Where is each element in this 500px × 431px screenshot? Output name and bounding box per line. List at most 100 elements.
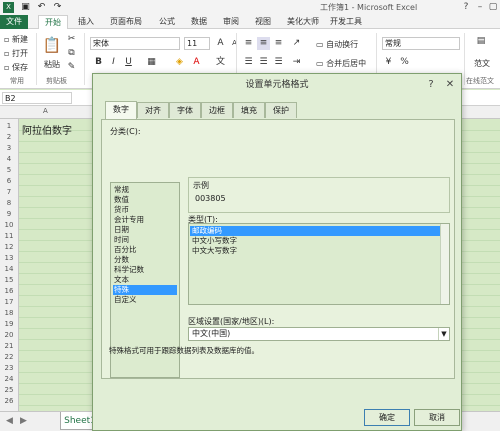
chevron-down-icon[interactable]: ▼ (438, 328, 449, 340)
category-item[interactable]: 数值 (113, 195, 177, 205)
row-header[interactable]: 20 (0, 331, 18, 339)
close-icon[interactable]: ✕ (442, 77, 458, 93)
shrink-font-icon[interactable]: A (228, 37, 241, 50)
row-header[interactable]: 10 (0, 221, 18, 229)
name-box[interactable]: B2 (2, 92, 72, 104)
tab-insert[interactable]: 插入 (72, 15, 100, 29)
row-header[interactable]: 11 (0, 232, 18, 240)
merge-center-button[interactable]: ▭ 合并后居中 (316, 58, 366, 69)
align-bottom-icon[interactable]: ≡ (272, 37, 285, 50)
cell-a1[interactable]: 阿拉伯数字 (22, 122, 72, 137)
help-icon[interactable]: ? (423, 77, 439, 93)
tab-beautify-master[interactable]: 美化大师 (281, 15, 325, 29)
row-header[interactable]: 7 (0, 188, 18, 196)
row-header[interactable]: 4 (0, 155, 18, 163)
category-item[interactable]: 货币 (113, 205, 177, 215)
copy-icon[interactable]: ⧉ (65, 47, 78, 60)
category-item[interactable]: 分数 (113, 255, 177, 265)
locale-select[interactable]: 中文(中国) ▼ (188, 327, 450, 341)
category-item[interactable]: 日期 (113, 225, 177, 235)
template-button[interactable]: 范文 (474, 58, 490, 69)
row-header[interactable]: 19 (0, 320, 18, 328)
row-header[interactable]: 8 (0, 199, 18, 207)
tab-developer[interactable]: 开发工具 (324, 15, 368, 29)
ok-button[interactable]: 确定 (364, 409, 410, 426)
orientation-icon[interactable]: ↗ (290, 37, 303, 50)
type-list-scrollbar[interactable] (440, 224, 449, 304)
row-header[interactable]: 2 (0, 133, 18, 141)
row-header[interactable]: 6 (0, 177, 18, 185)
tab-home[interactable]: 开始 (38, 15, 68, 29)
percent-icon[interactable]: % (398, 56, 411, 69)
align-top-icon[interactable]: ≡ (242, 37, 255, 50)
border-icon[interactable]: ▦ (145, 56, 158, 69)
row-header[interactable]: 24 (0, 375, 18, 383)
row-header[interactable]: 21 (0, 342, 18, 350)
row-header[interactable]: 18 (0, 309, 18, 317)
category-item-selected[interactable]: 特殊 (113, 285, 177, 295)
align-right-icon[interactable]: ☰ (272, 56, 285, 69)
row-header[interactable]: 14 (0, 265, 18, 273)
row-header[interactable]: 26 (0, 397, 18, 405)
category-item[interactable]: 常规 (113, 185, 177, 195)
row-header[interactable]: 9 (0, 210, 18, 218)
type-list[interactable]: 邮政编码 中文小写数字 中文大写数字 (188, 223, 450, 305)
font-size-box[interactable]: 11 (184, 37, 210, 50)
minimize-icon[interactable]: – (474, 1, 486, 13)
undo-icon[interactable]: ↶ (36, 2, 47, 13)
row-header[interactable]: 15 (0, 276, 18, 284)
tab-review[interactable]: 审阅 (217, 15, 245, 29)
align-middle-icon[interactable]: ≡ (257, 37, 270, 50)
type-item[interactable]: 中文小写数字 (190, 236, 440, 246)
tab-font[interactable]: 字体 (169, 102, 201, 118)
row-header[interactable]: 17 (0, 298, 18, 306)
category-item[interactable]: 文本 (113, 275, 177, 285)
row-header[interactable]: 1 (0, 122, 18, 130)
italic-icon[interactable]: I (107, 56, 120, 69)
paste-button[interactable]: 粘贴 (44, 59, 60, 70)
paste-icon[interactable]: 📋 (42, 35, 62, 55)
category-item[interactable]: 自定义 (113, 295, 177, 305)
category-item[interactable]: 科学记数 (113, 265, 177, 275)
row-header[interactable]: 13 (0, 254, 18, 262)
cut-icon[interactable]: ✂ (65, 33, 78, 46)
restore-icon[interactable]: ▢ (487, 1, 499, 13)
number-format-box[interactable]: 常规 (382, 37, 460, 50)
phonetic-icon[interactable]: 文 (214, 56, 227, 69)
tab-border[interactable]: 边框 (201, 102, 233, 118)
help-icon[interactable]: ? (460, 1, 472, 13)
tab-number[interactable]: 数字 (105, 101, 137, 119)
category-item[interactable]: 时间 (113, 235, 177, 245)
fill-color-icon[interactable]: ◈ (173, 56, 186, 69)
template-icon[interactable]: ▤ (472, 35, 490, 53)
row-header[interactable]: 23 (0, 364, 18, 372)
category-item[interactable]: 百分比 (113, 245, 177, 255)
underline-icon[interactable]: U (122, 56, 135, 69)
new-button[interactable]: ▫ 新建 (4, 34, 28, 45)
wrap-text-button[interactable]: ▭ 自动换行 (316, 39, 358, 50)
next-sheet-icon[interactable]: ▶ (20, 416, 27, 426)
redo-icon[interactable]: ↷ (52, 2, 63, 13)
tab-alignment[interactable]: 对齐 (137, 102, 169, 118)
open-button[interactable]: ▫ 打开 (4, 48, 28, 59)
align-center-icon[interactable]: ☰ (257, 56, 270, 69)
row-header[interactable]: 12 (0, 243, 18, 251)
row-header[interactable]: 25 (0, 386, 18, 394)
font-name-box[interactable]: 宋体 (90, 37, 180, 50)
font-color-icon[interactable]: A (190, 56, 203, 69)
format-painter-icon[interactable]: ✎ (65, 61, 78, 74)
save-icon[interactable]: ▣ (20, 2, 31, 13)
tab-formulas[interactable]: 公式 (153, 15, 181, 29)
column-header-a[interactable]: A (43, 107, 48, 115)
tab-protection[interactable]: 保护 (265, 102, 297, 118)
save-button[interactable]: ▫ 保存 (4, 62, 28, 73)
row-header[interactable]: 22 (0, 353, 18, 361)
tab-file[interactable]: 文件 (0, 15, 28, 29)
row-header[interactable]: 5 (0, 166, 18, 174)
type-item[interactable]: 中文大写数字 (190, 246, 440, 256)
row-header[interactable]: 16 (0, 287, 18, 295)
currency-icon[interactable]: ¥ (382, 56, 395, 69)
cancel-button[interactable]: 取消 (414, 409, 460, 426)
type-item-selected[interactable]: 邮政编码 (190, 226, 440, 236)
prev-sheet-icon[interactable]: ◀ (6, 416, 13, 426)
